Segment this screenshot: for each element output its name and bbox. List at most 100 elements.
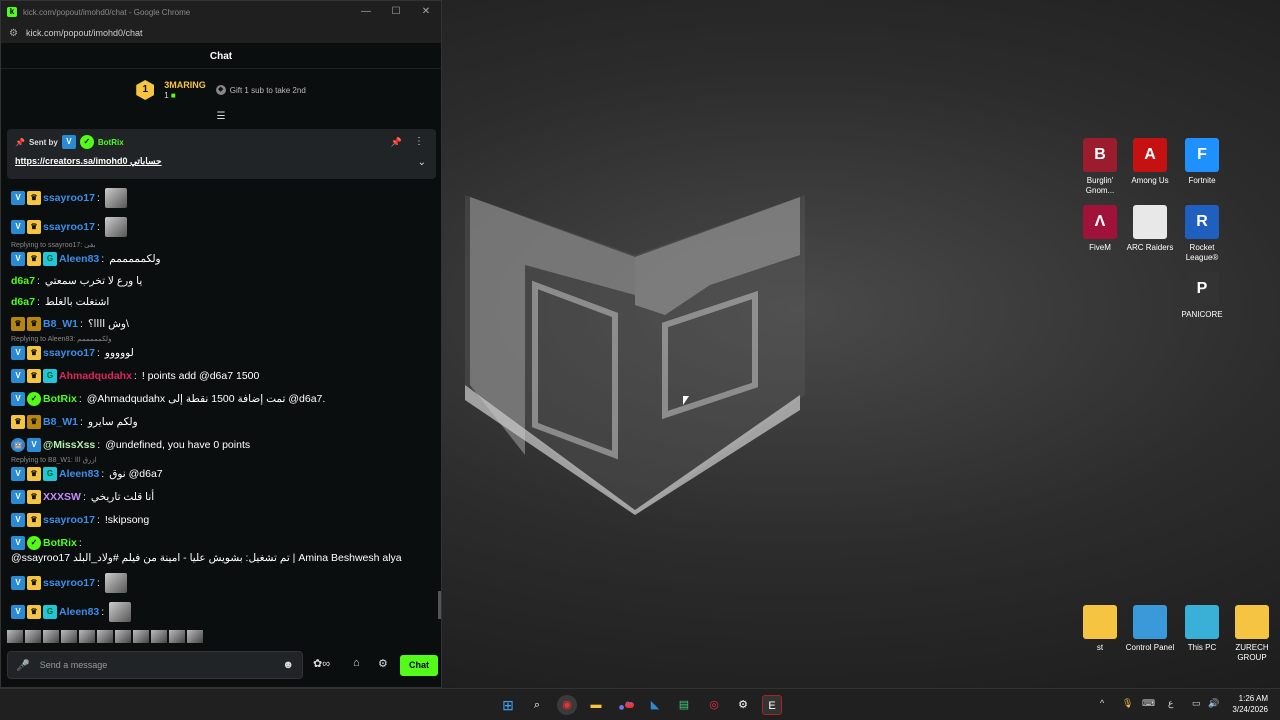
chat-message[interactable]: ♛ ♛ B8_W1: ولكم سايرو xyxy=(11,415,439,429)
tray-chevron-icon[interactable]: ^ xyxy=(1100,698,1104,708)
app-icon[interactable]: ◎ xyxy=(704,695,724,715)
more-options-icon[interactable]: ⋮ xyxy=(414,136,424,147)
chevron-down-icon[interactable]: ⌄ xyxy=(418,157,426,168)
chat-emote[interactable] xyxy=(109,602,132,622)
desktop-icon-this-pc[interactable]: This PC xyxy=(1174,605,1230,653)
chat-emote[interactable] xyxy=(104,573,127,593)
pinned-sender[interactable]: BotRix xyxy=(98,138,124,147)
clock[interactable]: 1:26 AM 3/24/2026 xyxy=(1232,693,1268,715)
chat-scrollbar[interactable] xyxy=(438,591,441,619)
chat-emote[interactable] xyxy=(104,217,127,237)
emote[interactable] xyxy=(7,630,23,643)
leaderboard-user[interactable]: 3MARING xyxy=(164,80,206,91)
store-icon[interactable]: ⌂ xyxy=(353,657,360,669)
search-icon[interactable]: ⌕ xyxy=(527,695,547,715)
chat-message[interactable]: V ♛ G Aleen83: ولكمممممم xyxy=(11,252,439,266)
address-bar[interactable]: ⚙ kick.com/popout/imohd0/chat xyxy=(1,23,441,43)
pinned-link[interactable]: https://creators.sa/imohd0 حساباتي xyxy=(15,156,428,167)
chat-username[interactable]: @MissXss xyxy=(43,439,95,451)
desktop-icon-burglin-gnom[interactable]: B Burglin' Gnom... xyxy=(1072,138,1128,196)
maximize-button[interactable]: ☐ xyxy=(381,1,411,23)
chrome-icon[interactable]: ◉ xyxy=(557,695,577,715)
minimize-button[interactable]: — xyxy=(351,1,381,23)
send-chat-button[interactable]: Chat xyxy=(400,655,438,676)
emoji-icon[interactable]: ☻ xyxy=(282,659,294,671)
gift-sub-prompt[interactable]: ◆ Gift 1 sub to take 2nd xyxy=(215,85,306,95)
chat-username[interactable]: ssayroo17 xyxy=(43,221,95,233)
close-button[interactable]: ✕ xyxy=(411,1,441,23)
chat-username[interactable]: ssayroo17 xyxy=(43,514,95,526)
emote[interactable] xyxy=(151,630,167,643)
desktop-icon-st[interactable]: st xyxy=(1072,605,1128,653)
chat-message[interactable]: V ♛ ssayroo17: xyxy=(11,217,439,237)
emote[interactable] xyxy=(133,630,149,643)
points-icon[interactable]: ✿∞ xyxy=(313,657,330,670)
chat-username[interactable]: Aleen83 xyxy=(59,606,99,618)
desktop-icon-among-us[interactable]: A Among Us xyxy=(1122,138,1178,186)
language-indicator[interactable]: ع xyxy=(1168,698,1173,709)
site-info-icon[interactable]: ⚙ xyxy=(9,28,18,39)
chat-message[interactable]: 🤖 V @MissXss: @undefined, you have 0 points xyxy=(11,438,439,452)
desktop-icon-zurech-group[interactable]: ZURECH GROUP xyxy=(1224,605,1280,663)
settings-gear-icon[interactable]: ⚙ xyxy=(378,657,388,670)
chat-message[interactable]: V ♛ ssayroo17: لووووو xyxy=(11,346,439,360)
chat-username[interactable]: Aleen83 xyxy=(59,468,99,480)
emote[interactable] xyxy=(187,630,203,643)
desktop-icon-rocket-league[interactable]: R Rocket League® xyxy=(1174,205,1230,263)
chat-message[interactable]: V ♛ G Aleen83: نوق @d6a7 xyxy=(11,467,439,481)
chat-username[interactable]: ssayroo17 xyxy=(43,192,95,204)
chat-username[interactable]: d6a7 xyxy=(11,296,35,308)
chat-message[interactable]: V ♛ ssayroo17: !skipsong xyxy=(11,513,439,527)
emote[interactable] xyxy=(25,630,41,643)
chat-username[interactable]: B8_W1 xyxy=(43,318,78,330)
chat-username[interactable]: Ahmadqudahx xyxy=(59,370,132,382)
mic-tray-icon[interactable]: 🎙 xyxy=(1122,698,1133,709)
desktop-icon-arc-raiders[interactable]: ARC Raiders xyxy=(1122,205,1178,253)
chat-username[interactable]: ssayroo17 xyxy=(43,347,95,359)
chat-username[interactable]: B8_W1 xyxy=(43,416,78,428)
volume-icon[interactable]: 🔊 xyxy=(1208,698,1219,709)
filter-icon[interactable]: ☰ xyxy=(1,111,441,125)
chat-message[interactable]: V ✓ BotRix: @Ahmadqudahx تمت إضافة 1500 نقط… xyxy=(11,392,439,406)
microphone-icon[interactable]: 🎤 xyxy=(16,659,30,672)
app-icon[interactable]: ▤ xyxy=(674,695,694,715)
epic-games-icon[interactable]: E xyxy=(762,695,782,715)
emote[interactable] xyxy=(169,630,185,643)
unpin-icon[interactable]: 📌 xyxy=(391,137,402,148)
network-icon[interactable]: ▭ xyxy=(1192,698,1201,709)
chat-message[interactable]: V ♛ ssayroo17: xyxy=(11,573,439,593)
desktop-icon-fivem[interactable]: Λ FiveM xyxy=(1072,205,1128,253)
chat-message[interactable]: V ✓ BotRix: @ssayroo17 تم تشغيل: بشويش عليا… xyxy=(11,536,439,564)
chat-username[interactable]: d6a7 xyxy=(11,275,35,287)
reply-context[interactable]: Replying to ssayroo17: بقى xyxy=(11,241,439,249)
chat-emote[interactable] xyxy=(104,188,127,208)
windows-start-icon[interactable]: ⊞ xyxy=(498,695,518,715)
chat-message[interactable]: d6a7: يا ورع لا تخرب سمعتي xyxy=(11,275,439,287)
chat-message[interactable]: V ♛ G Aleen83: xyxy=(11,602,439,622)
reply-context[interactable]: Replying to B8_W1: ازرق ااا xyxy=(11,456,439,464)
desktop-icon-control-panel[interactable]: Control Panel xyxy=(1122,605,1178,653)
chat-username[interactable]: BotRix xyxy=(43,537,77,549)
chat-message[interactable]: V ♛ ssayroo17: xyxy=(11,188,439,208)
emote[interactable] xyxy=(115,630,131,643)
message-input[interactable]: 🎤 Send a message ☻ xyxy=(7,651,303,679)
vscode-icon[interactable]: ◣ xyxy=(645,695,665,715)
reply-context[interactable]: Replying to Aleen83: ولكمممممم xyxy=(11,335,439,343)
file-explorer-icon[interactable]: ▬ xyxy=(586,695,606,715)
chat-message[interactable]: V ♛ G Ahmadqudahx: ! points add @d6a7 1500 xyxy=(11,369,439,383)
chat-message[interactable]: V ♛ XXXSW: أنا قلت تاريخي xyxy=(11,490,439,504)
emote[interactable] xyxy=(61,630,77,643)
chat-username[interactable]: XXXSW xyxy=(43,491,81,503)
discord-icon[interactable]: ●9+ xyxy=(616,695,636,715)
desktop-icon-panicore[interactable]: P PANICORE xyxy=(1174,272,1230,320)
emote[interactable] xyxy=(43,630,59,643)
keyboard-icon[interactable]: ⌨ xyxy=(1142,698,1155,709)
chat-message[interactable]: ♛ ♛ B8_W1: وش اااا؟\ xyxy=(11,317,439,331)
chat-username[interactable]: ssayroo17 xyxy=(43,577,95,589)
emote[interactable] xyxy=(97,630,113,643)
emote[interactable] xyxy=(79,630,95,643)
chat-username[interactable]: BotRix xyxy=(43,393,77,405)
chat-username[interactable]: Aleen83 xyxy=(59,253,99,265)
chat-message[interactable]: d6a7: اشتغلت بالغلط xyxy=(11,296,439,308)
desktop-icon-fortnite[interactable]: F Fortnite xyxy=(1174,138,1230,186)
